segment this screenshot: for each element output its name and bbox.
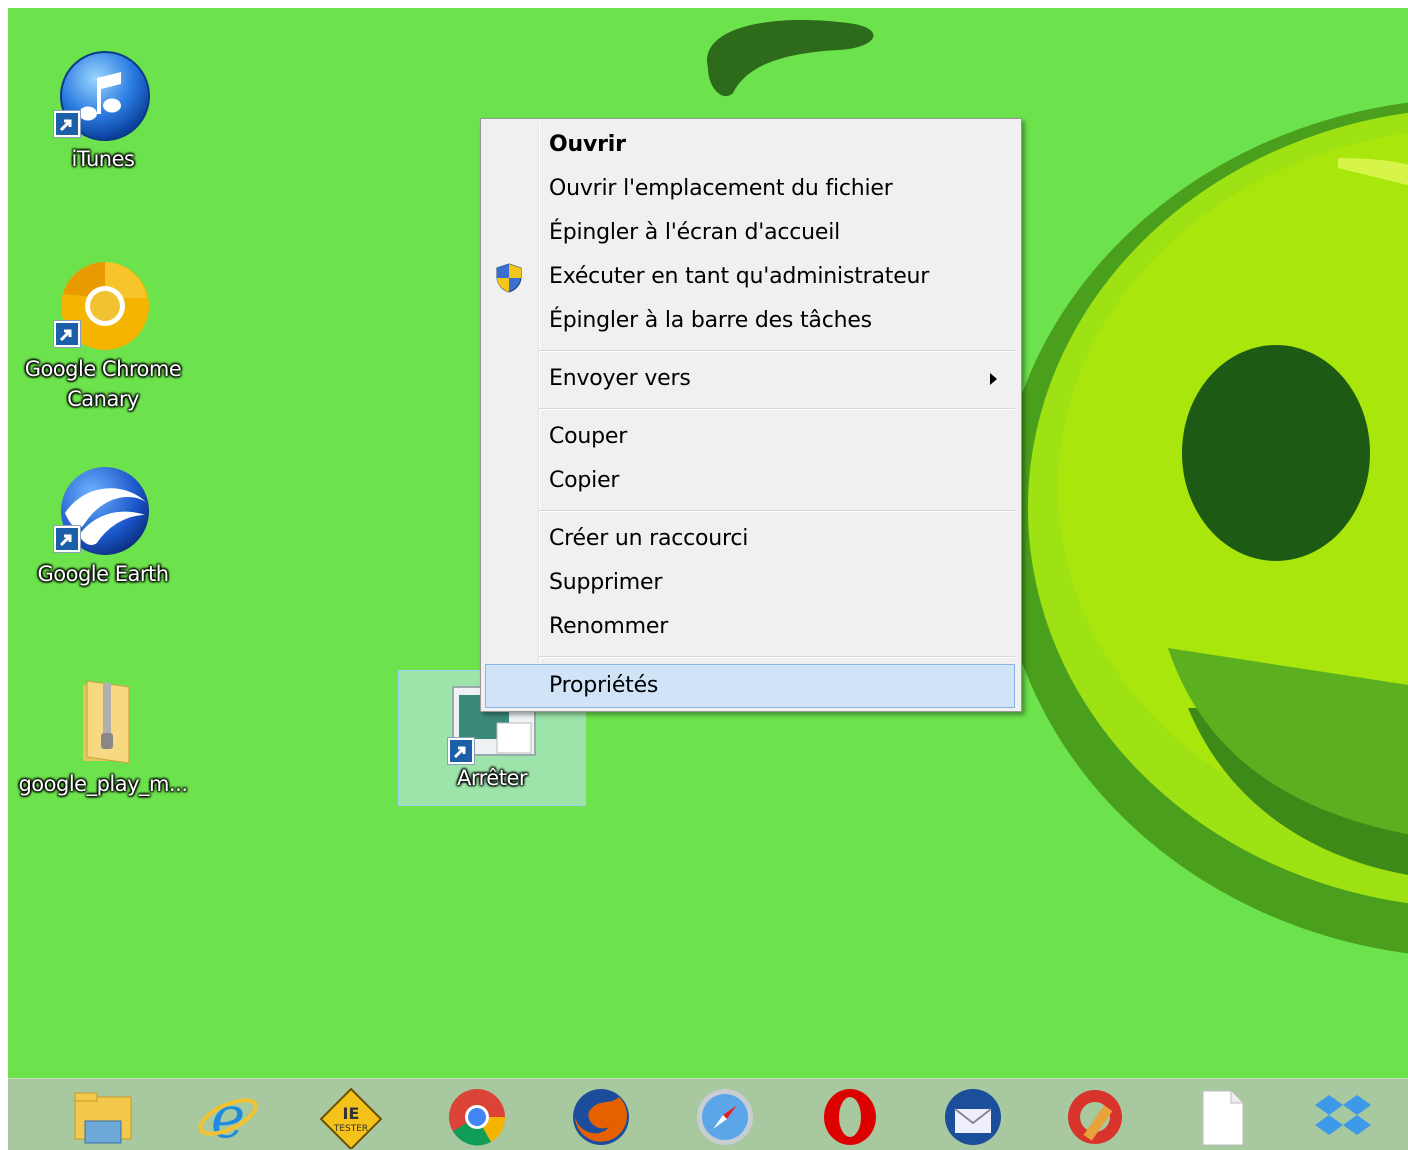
menu-item-label: Envoyer vers [549, 366, 691, 391]
desktop-icon-label: Google Earth [37, 562, 169, 586]
taskbar-opera[interactable] [813, 1085, 883, 1149]
menu-separator [539, 408, 1015, 410]
taskbar-file-explorer[interactable] [66, 1085, 136, 1149]
menu-item-label: Exécuter en tant qu'administrateur [549, 264, 930, 289]
menu-item-pin-to-start[interactable]: Épingler à l'écran d'accueil [483, 211, 1017, 255]
taskbar-internet-explorer[interactable]: e [191, 1085, 261, 1149]
desktop-icon-label: Canary [67, 387, 139, 411]
file-explorer-icon [74, 1092, 132, 1144]
shortcut-arrow-icon [53, 525, 81, 553]
menu-item-properties[interactable]: Propriétés [485, 664, 1015, 708]
menu-item-pin-to-taskbar[interactable]: Épingler à la barre des tâches [483, 299, 1017, 343]
ccleaner-icon [1068, 1090, 1122, 1144]
menu-item-ouvrir[interactable]: Ouvrir [483, 123, 1017, 167]
uac-shield-icon [496, 263, 522, 293]
menu-item-cut[interactable]: Couper [483, 415, 1017, 459]
safari-icon [697, 1089, 753, 1145]
dropbox-icon [1315, 1095, 1371, 1135]
taskbar-ccleaner[interactable] [1060, 1085, 1130, 1149]
svg-text:e: e [211, 1087, 245, 1147]
zip-folder-icon [55, 673, 151, 769]
taskbar-blank-document[interactable] [1184, 1085, 1254, 1149]
menu-item-label: Ouvrir l'emplacement du fichier [549, 176, 893, 201]
menu-item-label: Épingler à l'écran d'accueil [549, 220, 841, 245]
menu-item-send-to[interactable]: Envoyer vers [483, 357, 1017, 401]
chrome-icon [449, 1089, 506, 1146]
menu-separator [539, 510, 1015, 512]
desktop-icon-label: google_play_m... [18, 772, 188, 796]
internet-explorer-icon: e [198, 1087, 258, 1147]
menu-item-open-file-location[interactable]: Ouvrir l'emplacement du fichier [483, 167, 1017, 211]
shortcut-arrow-icon [53, 110, 81, 138]
opera-icon [824, 1089, 876, 1145]
desktop-icon-google-play-zip[interactable]: google_play_m... [8, 673, 198, 799]
svg-text:TESTER: TESTER [333, 1124, 368, 1134]
shortcut-arrow-icon [447, 737, 475, 765]
menu-item-run-as-admin[interactable]: Exécuter en tant qu'administrateur [483, 255, 1017, 299]
menu-item-rename[interactable]: Renommer [483, 605, 1017, 649]
desktop-icon-chrome-canary[interactable]: Google Chrome Canary [8, 258, 198, 414]
shortcut-arrow-icon [53, 320, 81, 348]
menu-item-label: Créer un raccourci [549, 526, 749, 551]
thunderbird-icon [945, 1089, 1001, 1145]
menu-item-label: Ouvrir [549, 132, 626, 157]
menu-item-label: Supprimer [549, 570, 663, 595]
menu-separator [539, 350, 1015, 352]
chrome-canary-icon [53, 258, 151, 354]
menu-item-label: Renommer [549, 614, 669, 639]
taskbar-dropbox[interactable] [1306, 1085, 1376, 1149]
menu-item-label: Copier [549, 468, 620, 493]
ie-tester-icon: IE TESTER [319, 1087, 383, 1149]
google-earth-icon [53, 463, 151, 559]
svg-text:IE: IE [343, 1104, 360, 1123]
taskbar-chrome[interactable] [440, 1085, 510, 1149]
menu-item-create-shortcut[interactable]: Créer un raccourci [483, 517, 1017, 561]
taskbar[interactable]: e IE TESTER [8, 1078, 1408, 1150]
menu-separator [539, 656, 1015, 658]
taskbar-thunderbird[interactable] [936, 1085, 1006, 1149]
taskbar-safari[interactable] [688, 1085, 758, 1149]
taskbar-ie-tester[interactable]: IE TESTER [314, 1085, 384, 1149]
firefox-icon [573, 1089, 629, 1145]
desktop-icon-label: Google Chrome [24, 357, 182, 381]
desktop-icon-label: iTunes [71, 147, 135, 171]
desktop-icon-google-earth[interactable]: Google Earth [8, 463, 198, 589]
submenu-arrow-icon [990, 373, 997, 385]
menu-item-label: Propriétés [549, 673, 659, 698]
menu-item-label: Épingler à la barre des tâches [549, 308, 872, 333]
menu-item-copy[interactable]: Copier [483, 459, 1017, 503]
menu-item-delete[interactable]: Supprimer [483, 561, 1017, 605]
context-menu: Ouvrir Ouvrir l'emplacement du fichier É… [480, 118, 1022, 712]
taskbar-firefox[interactable] [564, 1085, 634, 1149]
itunes-icon [53, 48, 151, 144]
menu-item-label: Couper [549, 424, 628, 449]
desktop-icon-itunes[interactable]: iTunes [8, 48, 198, 174]
blank-document-icon [1202, 1090, 1244, 1146]
